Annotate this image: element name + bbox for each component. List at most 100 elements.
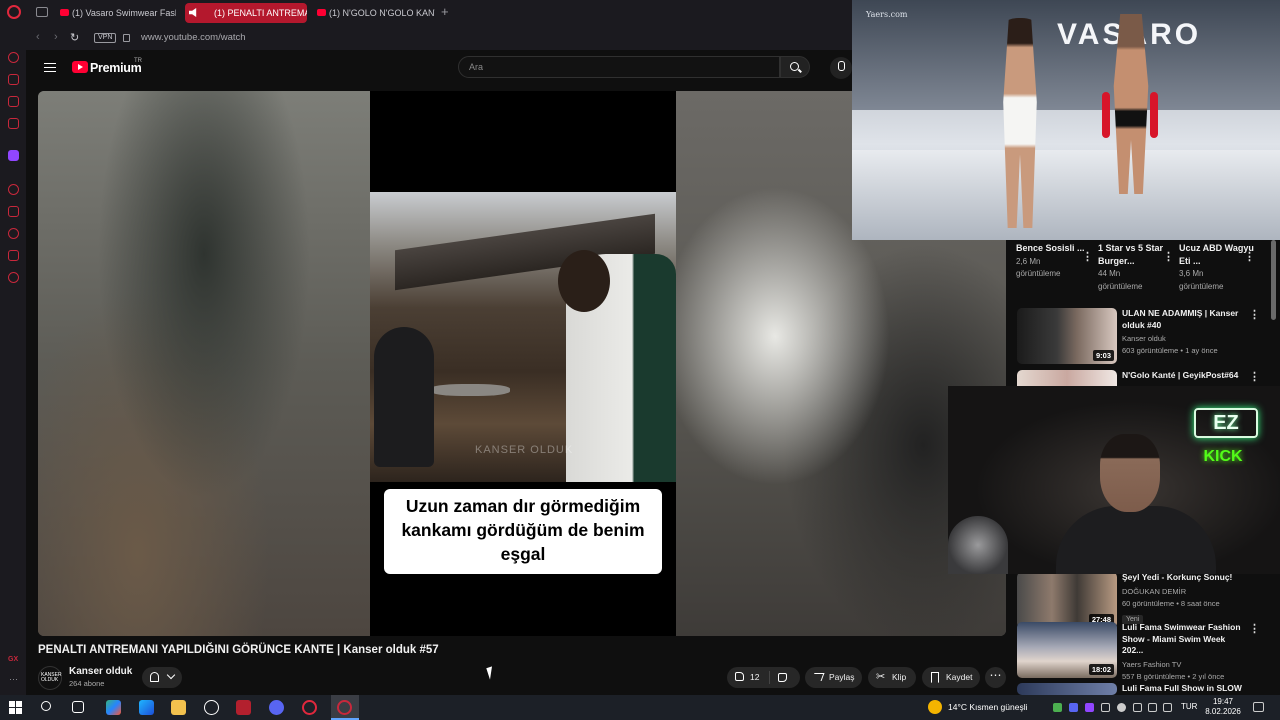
music-icon[interactable] — [8, 118, 19, 129]
related-title[interactable]: N'Golo Kanté | GeyikPost#64 — [1122, 370, 1247, 382]
volume-icon[interactable] — [1148, 703, 1157, 712]
channel-avatar[interactable]: KANSER OLDUK — [38, 666, 62, 690]
youtube-logo-icon[interactable] — [72, 61, 88, 73]
video-thumbnail[interactable]: 18:02 — [1017, 622, 1117, 678]
voice-search-icon[interactable] — [830, 57, 852, 79]
discord-tray-icon[interactable] — [1069, 703, 1078, 712]
related-short-views: 44 Mn — [1098, 269, 1121, 278]
streamer-head — [1100, 434, 1160, 512]
messenger-icon[interactable] — [8, 96, 19, 107]
list-item[interactable]: 9:03 ULAN NE ADAMMIŞ | Kanser olduk #40 … — [1017, 308, 1267, 366]
clock[interactable]: 19:47 8.02.2026 — [1203, 697, 1243, 717]
browser-tab-ngolo[interactable]: (1) N'GOLO N'GOLO KANT — [313, 3, 435, 23]
menu-icon[interactable] — [44, 63, 56, 72]
battery-icon[interactable] — [1163, 703, 1172, 712]
voice-app-icon[interactable] — [236, 700, 251, 715]
video-scene — [370, 192, 676, 482]
list-item[interactable]: 18:02 Luli Fama Swimwear Fashion Show - … — [1017, 622, 1267, 681]
tab-overview-icon[interactable] — [36, 7, 48, 17]
more-options-icon[interactable]: ⋮ — [1244, 250, 1255, 263]
duration-badge: 18:02 — [1088, 664, 1114, 675]
youtube-favicon-icon — [317, 9, 326, 16]
extensions-icon[interactable] — [8, 250, 19, 261]
more-options-icon[interactable]: ⋮ — [1082, 250, 1093, 263]
tray-app-icon[interactable] — [1053, 703, 1062, 712]
related-title[interactable]: ULAN NE ADAMMIŞ | Kanser olduk #40 — [1122, 308, 1247, 331]
history-icon[interactable] — [8, 228, 19, 239]
bookmark-icon[interactable] — [8, 206, 19, 217]
opera-gx-icon[interactable] — [337, 700, 352, 715]
more-options-icon[interactable]: ⋮ — [1249, 370, 1260, 383]
more-options-icon[interactable]: ⋮ — [1249, 308, 1260, 321]
settings-icon[interactable] — [8, 272, 19, 283]
save-button[interactable]: Kaydet — [922, 667, 980, 688]
copilot-icon[interactable] — [106, 700, 121, 715]
new-tab-button[interactable]: + — [441, 4, 449, 19]
back-icon[interactable]: ‹ — [36, 31, 40, 43]
related-views: 60 görüntüleme — [1122, 598, 1175, 608]
more-options-icon[interactable]: ⋮ — [1163, 250, 1174, 263]
like-count[interactable]: 12 — [750, 667, 759, 688]
search-button[interactable] — [780, 56, 810, 78]
related-title[interactable]: Luli Fama Full Show in SLOW — [1122, 683, 1247, 695]
speaker-icon[interactable] — [189, 8, 197, 17]
related-short-views-label: görüntüleme — [1179, 281, 1224, 291]
bag-icon[interactable] — [8, 74, 19, 85]
notification-button[interactable] — [142, 667, 182, 688]
twitch-icon[interactable] — [8, 150, 19, 161]
edge-icon[interactable] — [139, 700, 154, 715]
aria-icon[interactable] — [8, 52, 19, 63]
lock-icon[interactable] — [123, 34, 130, 42]
related-channel[interactable]: DOĞUKAN DEMİR — [1122, 587, 1247, 596]
mouse-cursor-icon — [486, 666, 496, 680]
tray-app-icon[interactable] — [1101, 703, 1110, 712]
vpn-badge[interactable]: VPN — [94, 33, 117, 43]
video-thumbnail[interactable] — [1017, 370, 1117, 386]
video-thumbnail[interactable]: 27:48 — [1017, 572, 1117, 628]
mic-tray-icon[interactable] — [1117, 703, 1126, 712]
related-channel[interactable]: Yaers Fashion TV — [1122, 660, 1247, 669]
opera-logo-icon[interactable] — [7, 5, 21, 19]
video-thumbnail[interactable]: 9:03 — [1017, 308, 1117, 364]
language-indicator[interactable]: TUR — [1181, 702, 1197, 711]
notification-center-icon[interactable] — [1253, 702, 1264, 712]
related-channel[interactable]: Kanser olduk — [1122, 334, 1247, 343]
app-icon[interactable] — [204, 700, 219, 715]
related-views: 603 görüntüleme — [1122, 346, 1179, 355]
clip-button[interactable]: ✂ Klip — [868, 667, 916, 688]
taskbar-search-icon[interactable] — [41, 701, 51, 711]
related-title[interactable]: Luli Fama Swimwear Fashion Show - Miami … — [1122, 622, 1247, 657]
player-icon[interactable] — [8, 184, 19, 195]
weather-text[interactable]: 14°C Kısmen güneşli — [948, 702, 1027, 712]
channel-name[interactable]: Kanser olduk — [69, 666, 132, 677]
forward-icon[interactable]: › — [54, 31, 58, 43]
like-icon[interactable] — [735, 672, 744, 681]
opera-taskbar-icon[interactable] — [302, 700, 317, 715]
browser-tab-penalti[interactable]: (1) PENALTI ANTREMA — [185, 3, 307, 23]
reload-icon[interactable]: ↻ — [70, 31, 79, 44]
twitch-tray-icon[interactable] — [1085, 703, 1094, 712]
more-actions-button[interactable]: ⋯ — [985, 667, 1006, 688]
dislike-icon[interactable] — [778, 673, 787, 682]
gx-icon[interactable]: GX — [8, 656, 18, 663]
browser-tab-vasaro[interactable]: (1) Vasaro Swimwear Fash — [56, 3, 176, 23]
runway-video-overlay[interactable]: VASARO Yaers.com — [852, 0, 1280, 240]
windows-start-icon[interactable] — [9, 701, 22, 714]
network-icon[interactable] — [1133, 703, 1142, 712]
file-explorer-icon[interactable] — [171, 700, 186, 715]
sidebar-more-icon[interactable]: ⋯ — [9, 674, 18, 685]
weather-icon[interactable] — [928, 700, 942, 714]
subscriber-count: 264 abone — [69, 679, 105, 688]
search-input[interactable]: Ara — [458, 56, 780, 78]
video-thumbnail[interactable] — [1017, 683, 1117, 695]
more-options-icon[interactable]: ⋮ — [1249, 622, 1260, 635]
task-view-icon[interactable] — [72, 701, 84, 713]
url-field[interactable]: www.youtube.com/watch — [141, 32, 246, 43]
list-item[interactable]: N'Golo Kanté | GeyikPost#64 ⋮ — [1017, 370, 1267, 386]
related-age: 2 yıl önce — [1192, 671, 1225, 681]
discord-icon[interactable] — [269, 700, 284, 715]
list-item[interactable]: Luli Fama Full Show in SLOW — [1017, 683, 1267, 695]
share-button[interactable]: Paylaş — [805, 667, 862, 688]
search-placeholder: Ara — [469, 62, 484, 72]
sidebar-scrollbar[interactable] — [1271, 240, 1276, 320]
